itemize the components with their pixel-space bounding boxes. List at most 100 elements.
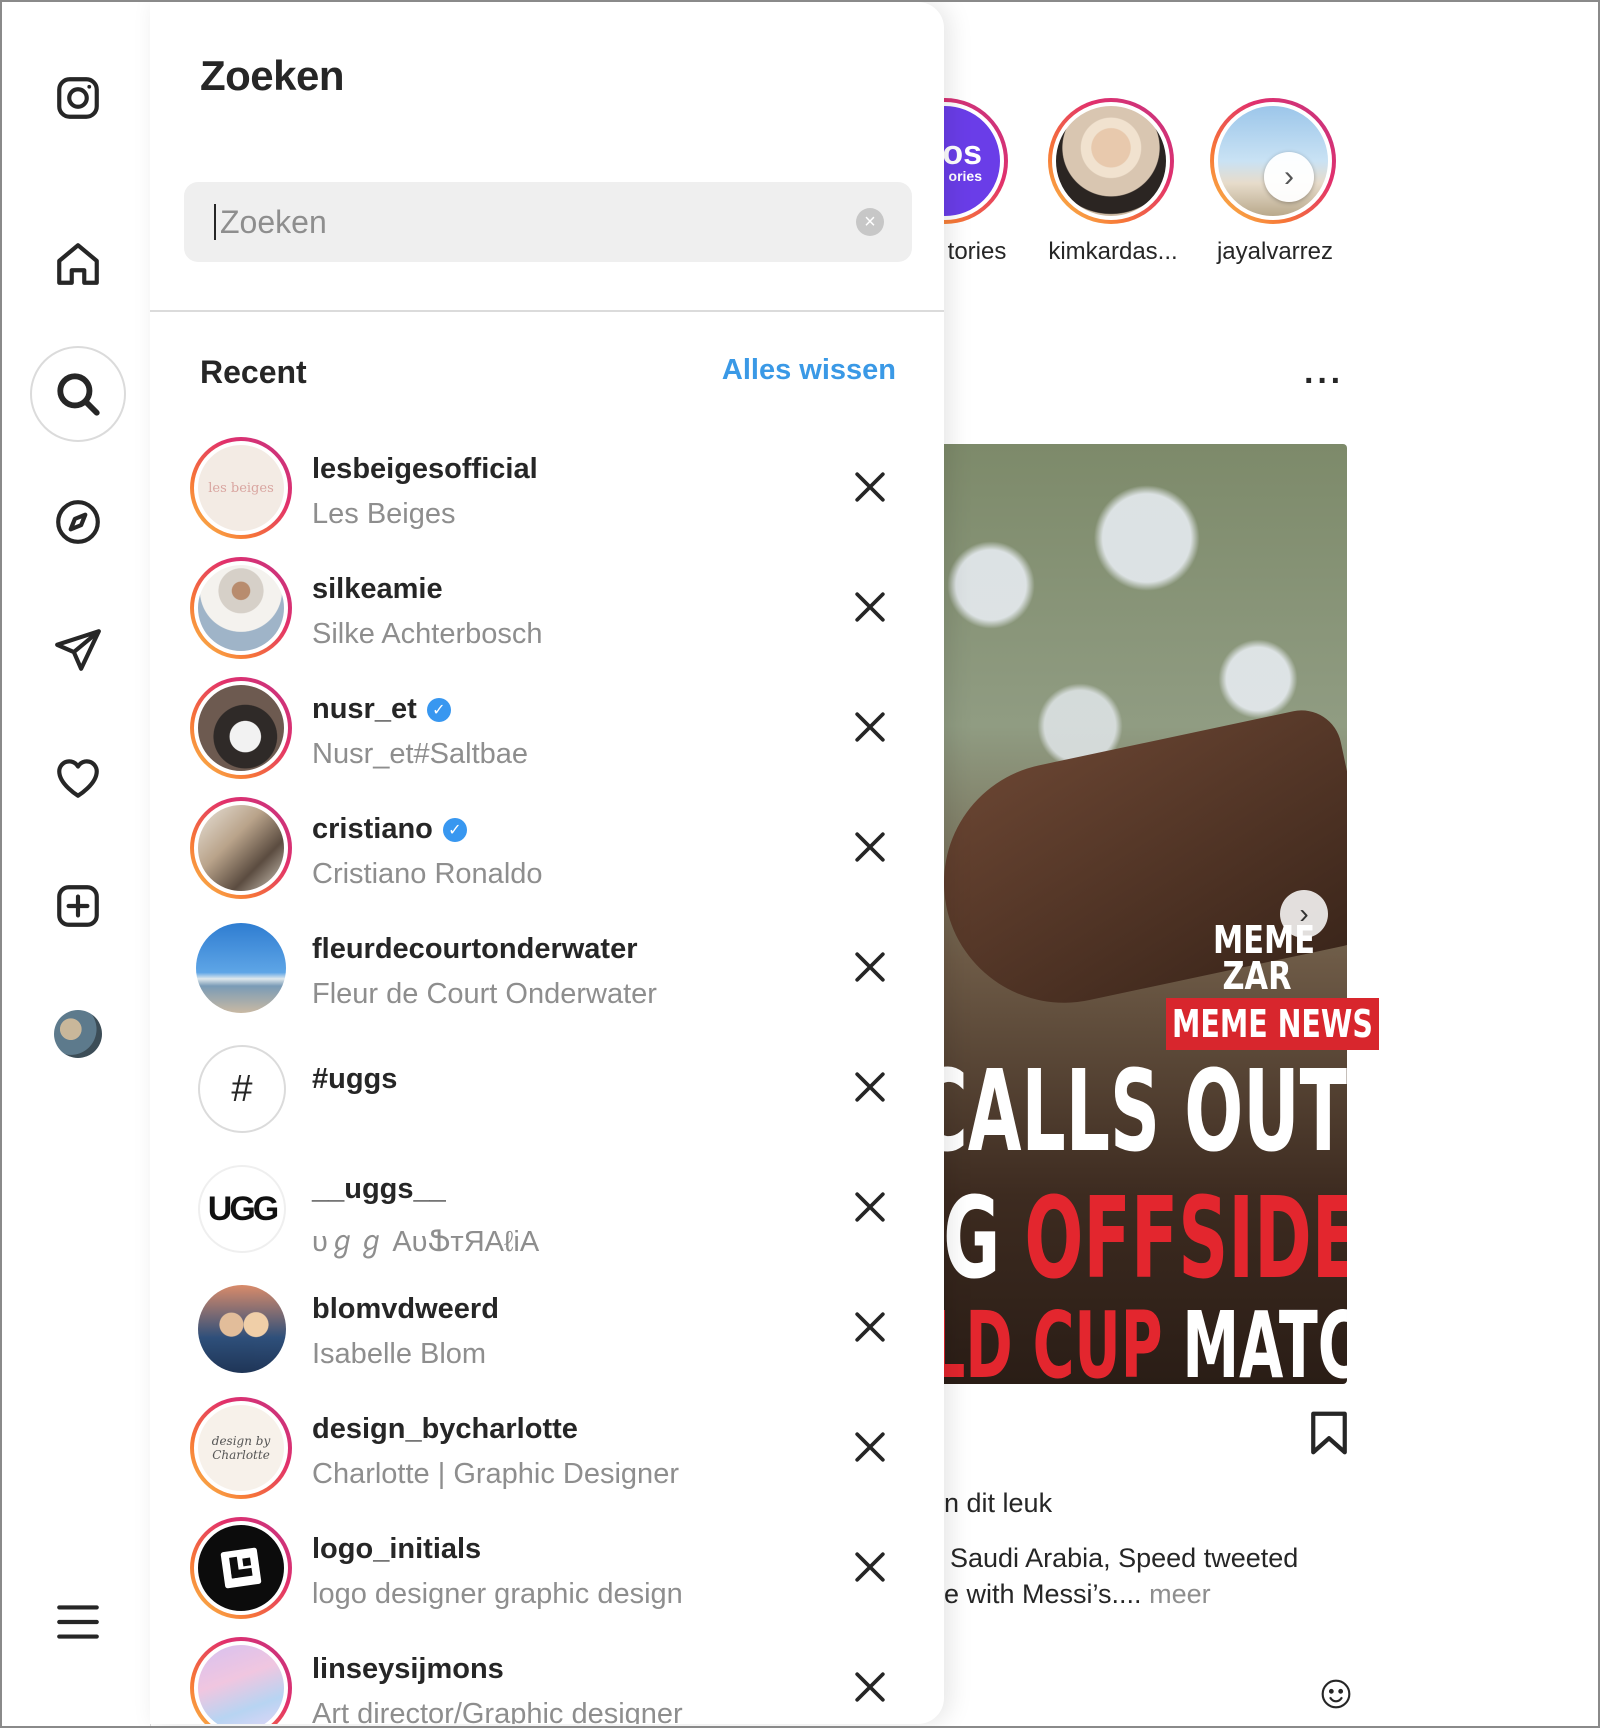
avatar-logo-text: les beiges bbox=[194, 441, 288, 535]
remove-recent-icon[interactable] bbox=[848, 1305, 892, 1349]
post-caption: Saudi Arabia, Speed tweeted e with Messi… bbox=[944, 1540, 1298, 1612]
recent-heading: Recent bbox=[200, 354, 307, 390]
caption-text: e with Messi’s.... bbox=[944, 1579, 1142, 1609]
list-item[interactable]: nusr_et ✓ Nusr_et#Saltbae bbox=[150, 667, 944, 787]
headline-red-text: OFFSIDE bbox=[1024, 1174, 1347, 1304]
avatar bbox=[196, 923, 286, 1013]
search-input[interactable] bbox=[218, 202, 822, 242]
caption-line: e with Messi’s.... meer bbox=[944, 1576, 1298, 1612]
search-icon[interactable] bbox=[30, 346, 126, 442]
search-box[interactable]: × bbox=[184, 182, 912, 262]
result-username: logo_initials bbox=[312, 1533, 683, 1566]
list-item[interactable]: UGG __uggs__ υℊℊ ΑυՖтЯΑℓiΑ bbox=[150, 1147, 944, 1267]
result-fullname: Nusr_et#Saltbae bbox=[312, 738, 529, 770]
result-fullname: Silke Achterbosch bbox=[312, 618, 543, 650]
username-text: design_bycharlotte bbox=[312, 1413, 578, 1445]
avatar: UGG bbox=[198, 1165, 286, 1253]
result-username: #uggs bbox=[312, 1063, 397, 1096]
story-item[interactable]: kimkardas... bbox=[1048, 98, 1178, 266]
result-username: __uggs__ bbox=[312, 1173, 539, 1206]
story-label: jayalvarrez bbox=[1216, 238, 1334, 265]
nav-rail bbox=[2, 2, 151, 1726]
clear-search-icon[interactable]: × bbox=[856, 208, 884, 236]
home-icon[interactable] bbox=[30, 216, 126, 312]
username-text: linseysijmons bbox=[312, 1653, 504, 1685]
remove-recent-icon[interactable] bbox=[848, 1665, 892, 1709]
stories-next-button[interactable]: › bbox=[1264, 152, 1314, 202]
post-headline-line-3: RLD CUP MATCH bbox=[885, 1292, 1347, 1399]
avatar bbox=[54, 1010, 102, 1058]
search-panel: Zoeken × Recent Alles wissen les beiges … bbox=[150, 2, 944, 1724]
instagram-logo-icon[interactable] bbox=[30, 50, 126, 146]
story-badge-text: os bbox=[942, 134, 982, 172]
avatar bbox=[190, 677, 292, 779]
remove-recent-icon[interactable] bbox=[848, 1065, 892, 1109]
list-item[interactable]: linseysijmons Art director/Graphic desig… bbox=[150, 1627, 944, 1724]
avatar bbox=[190, 1637, 292, 1724]
avatar bbox=[190, 557, 292, 659]
recent-list: les beiges lesbeigesofficial Les Beiges … bbox=[150, 427, 944, 1724]
avatar bbox=[190, 797, 292, 899]
username-text: #uggs bbox=[312, 1063, 398, 1095]
result-fullname: logo designer graphic design bbox=[312, 1578, 683, 1610]
list-item[interactable]: blomvdweerd Isabelle Blom bbox=[150, 1267, 944, 1387]
post-likes-text: n dit leuk bbox=[944, 1488, 1053, 1518]
result-username: cristiano ✓ bbox=[312, 813, 543, 846]
explore-icon[interactable] bbox=[30, 474, 126, 570]
list-item[interactable]: fleurdecourtonderwater Fleur de Court On… bbox=[150, 907, 944, 1027]
list-item[interactable]: silkeamie Silke Achterbosch bbox=[150, 547, 944, 667]
verified-badge-icon: ✓ bbox=[442, 817, 467, 842]
list-item[interactable]: design by Charlotte design_bycharlotte C… bbox=[150, 1387, 944, 1507]
remove-recent-icon[interactable] bbox=[848, 945, 892, 989]
panel-title: Zoeken bbox=[200, 52, 345, 99]
remove-recent-icon[interactable] bbox=[848, 1425, 892, 1469]
remove-recent-icon[interactable] bbox=[848, 465, 892, 509]
divider bbox=[150, 310, 944, 312]
list-item[interactable]: logo_initials logo designer graphic desi… bbox=[150, 1507, 944, 1627]
story-label: kimkardas... bbox=[1048, 238, 1178, 265]
result-username: design_bycharlotte bbox=[312, 1413, 679, 1446]
chevron-right-icon: › bbox=[1284, 160, 1294, 193]
avatar-logo-text: design by Charlotte bbox=[194, 1401, 288, 1495]
hashtag-icon: # bbox=[198, 1045, 286, 1133]
remove-recent-icon[interactable] bbox=[848, 585, 892, 629]
post-headline-line-1: CALLS OUT bbox=[916, 1047, 1347, 1177]
result-fullname: Les Beiges bbox=[312, 498, 456, 530]
username-text: blomvdweerd bbox=[312, 1293, 499, 1325]
list-item[interactable]: les beiges lesbeigesofficial Les Beiges bbox=[150, 427, 944, 547]
avatar: design by Charlotte bbox=[190, 1397, 292, 1499]
remove-recent-icon[interactable] bbox=[848, 705, 892, 749]
clear-all-button[interactable]: Alles wissen bbox=[722, 354, 896, 387]
post-headline-line-2: NG OFFSIDE bbox=[885, 1174, 1347, 1304]
meme-news-tag: MEME NEWS bbox=[1166, 998, 1379, 1050]
list-item[interactable]: cristiano ✓ Cristiano Ronaldo bbox=[150, 787, 944, 907]
avatar-logo-text: UGG bbox=[198, 1165, 286, 1253]
post-more-options-icon[interactable]: ··· bbox=[1304, 362, 1344, 401]
list-item[interactable]: # #uggs bbox=[150, 1027, 944, 1147]
bookmark-icon[interactable] bbox=[1308, 1410, 1350, 1456]
meme-zar-logo: MEME ZAR bbox=[1213, 918, 1316, 998]
caption-line: Saudi Arabia, Speed tweeted bbox=[950, 1543, 1299, 1573]
profile-avatar[interactable] bbox=[30, 986, 126, 1082]
username-text: cristiano bbox=[312, 813, 433, 845]
username-text: nusr_et bbox=[312, 693, 417, 725]
messages-icon[interactable] bbox=[30, 602, 126, 698]
username-text: logo_initials bbox=[312, 1533, 482, 1565]
remove-recent-icon[interactable] bbox=[848, 825, 892, 869]
remove-recent-icon[interactable] bbox=[848, 1185, 892, 1229]
result-username: linseysijmons bbox=[312, 1653, 683, 1686]
menu-icon[interactable] bbox=[30, 1574, 126, 1670]
logo-initials-avatar bbox=[194, 1521, 288, 1615]
result-fullname: Fleur de Court Onderwater bbox=[312, 978, 657, 1010]
create-icon[interactable] bbox=[30, 858, 126, 954]
avatar: # bbox=[198, 1045, 286, 1133]
remove-recent-icon[interactable] bbox=[848, 1545, 892, 1589]
story-badge-sub: ories bbox=[948, 168, 982, 184]
notifications-heart-icon[interactable] bbox=[30, 730, 126, 826]
username-text: __uggs__ bbox=[312, 1173, 446, 1205]
avatar bbox=[198, 1285, 286, 1373]
caption-more-link[interactable]: meer bbox=[1149, 1579, 1211, 1609]
result-fullname: Charlotte | Graphic Designer bbox=[312, 1458, 679, 1490]
result-username: nusr_et ✓ bbox=[312, 693, 528, 726]
emoji-icon[interactable] bbox=[1320, 1678, 1352, 1710]
